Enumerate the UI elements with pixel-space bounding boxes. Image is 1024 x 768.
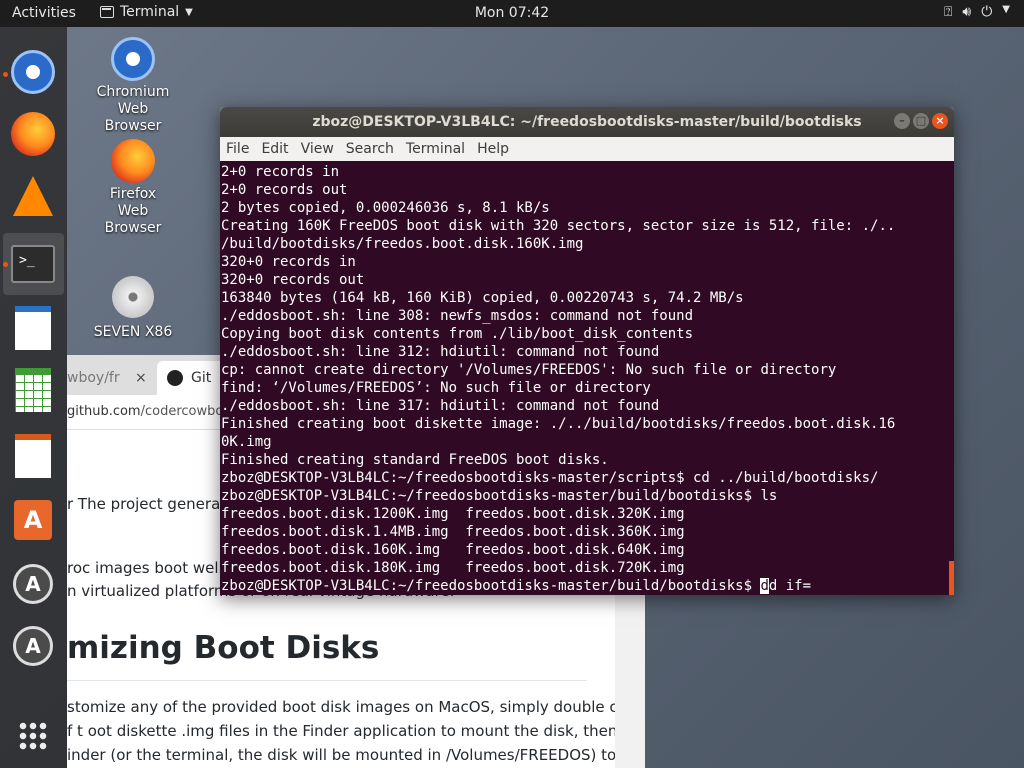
tab-label: Git [191,370,212,386]
tab-label: wboy/fr [67,370,120,386]
terminal-lines: 2+0 records in 2+0 records out 2 bytes cop… [221,163,895,595]
firefox-icon [11,112,55,156]
menu-terminal[interactable]: Terminal [406,141,465,157]
dock-terminal[interactable]: >_ [8,239,58,289]
terminal-line: find: ‘/Volumes/FREEDOS’: No such file o… [221,380,651,396]
close-icon[interactable]: × [932,113,948,129]
terminal-line: freedos.boot.disk.1.4MB.img freedos.boot… [221,524,685,540]
dock-software-updater-2[interactable]: A [8,621,58,671]
dock-calc[interactable] [8,365,58,415]
divider [67,680,587,681]
maximize-icon[interactable]: □ [913,113,929,129]
terminal-line: Creating 160K FreeDOS boot disk with 320… [221,218,896,234]
power-icon[interactable]: ⏻ [981,4,992,20]
calc-icon [15,368,51,412]
terminal-line: ./eddosboot.sh: line 317: hdiutil: comma… [221,398,660,414]
terminal-line: freedos.boot.disk.160K.img freedos.boot.… [221,542,685,558]
terminal-line: 2+0 records in [221,164,340,180]
terminal-window[interactable]: zboz@DESKTOP-V3LB4LC: ~/freedosbootdisks… [220,107,954,595]
network-icon[interactable]: ⍰ [944,4,952,20]
terminal-line: 2 bytes copied, 0.000246036 s, 8.1 kB/s [221,200,550,216]
disc-icon [112,276,154,318]
dock-firefox[interactable] [8,109,58,159]
window-title: zboz@DESKTOP-V3LB4LC: ~/freedosbootdisks… [312,114,862,130]
dock-show-apps[interactable] [8,711,58,761]
scrollbar[interactable] [949,561,954,595]
terminal-line: /build/bootdisks/freedos.boot.disk.160K.… [221,236,584,252]
menu-edit[interactable]: Edit [261,141,288,157]
chromium-icon [11,50,55,94]
software-updater-icon: A [13,564,53,604]
terminal-menubar: File Edit View Search Terminal Help [220,137,954,161]
volume-icon[interactable]: 🔊︎ [962,4,971,20]
dock-vlc[interactable] [8,171,58,221]
terminal-line: Copying boot disk contents from ./lib/bo… [221,326,694,342]
top-bar: Activities Terminal ▼ Mon 07:42 ⍰ 🔊︎ ⏻ ▼ [0,0,1024,27]
firefox-icon [111,139,155,183]
github-icon [167,370,183,386]
impress-icon [15,434,51,478]
dock: >_ A A A [0,27,67,768]
terminal-line: 320+0 records in [221,254,356,270]
terminal-line: 320+0 records out [221,272,365,288]
app-menu-label: Terminal [120,4,180,20]
desktop-icon-firefox[interactable]: Firefox Web Browser [88,139,178,237]
system-tray[interactable]: ⍰ 🔊︎ ⏻ ▼ [944,4,1010,20]
app-menu[interactable]: Terminal ▼ [100,4,193,20]
desktop-icon-label: SEVEN X86 [93,324,173,340]
menu-help[interactable]: Help [477,141,509,157]
terminal-line: 163840 bytes (164 kB, 160 KiB) copied, 0… [221,290,744,306]
desktop-icon-chromium[interactable]: Chromium Web Browser [88,37,178,135]
terminal-line: zboz@DESKTOP-V3LB4LC:~/freedosbootdisks-… [221,470,879,486]
terminal-line: freedos.boot.disk.1200K.img freedos.boot… [221,506,685,522]
terminal-line: Finished creating standard FreeDOS boot … [221,452,609,468]
activities-button[interactable]: Activities [12,5,76,21]
paragraph-line: f t oot diskette .img files in the Finde… [67,722,618,740]
terminal-line: 2+0 records out [221,182,348,198]
desktop-icon-seven-x86[interactable]: SEVEN X86 [88,276,178,341]
command-input[interactable]: d if= [769,578,811,594]
menu-search[interactable]: Search [346,141,394,157]
terminal-line: cp: cannot create directory '/Volumes/FR… [221,362,837,378]
paragraph-line: stomize any of the provided boot disk im… [67,698,627,716]
desktop-icon-label: Chromium Web Browser [96,84,170,134]
terminal-line: 0K.img [221,434,272,450]
paragraph: stomize any of the provided boot disk im… [67,695,627,767]
show-apps-icon [18,721,48,751]
software-center-icon: A [14,500,52,540]
terminal-titlebar[interactable]: zboz@DESKTOP-V3LB4LC: ~/freedosbootdisks… [220,107,954,137]
terminal-line: ./eddosboot.sh: line 312: hdiutil: comma… [221,344,660,360]
menu-file[interactable]: File [226,141,249,157]
minimize-icon[interactable]: – [894,113,910,129]
section-heading: mizing Boot Disks [67,630,380,666]
dock-writer[interactable] [8,303,58,353]
text-cursor: d [760,578,769,594]
dock-chromium[interactable] [8,47,58,97]
close-icon[interactable]: × [135,361,147,395]
tab-codercowboy[interactable]: wboy/fr × [67,361,157,395]
desktop-icon-label: Firefox Web Browser [104,186,162,236]
menu-view[interactable]: View [301,141,334,157]
terminal-line: zboz@DESKTOP-V3LB4LC:~/freedosbootdisks-… [221,488,778,504]
terminal-line: Finished creating boot diskette image: .… [221,416,896,432]
terminal-line: ./eddosboot.sh: line 308: newfs_msdos: c… [221,308,694,324]
terminal-prompt-line[interactable]: zboz@DESKTOP-V3LB4LC:~/freedosbootdisks-… [221,577,895,595]
software-updater-icon: A [13,626,53,666]
chevron-down-icon[interactable]: ▼ [1002,4,1010,20]
paragraph-line: inder (or the terminal, the disk will be… [67,746,617,764]
terminal-icon: >_ [11,245,55,283]
dock-software-center[interactable]: A [8,495,58,545]
chromium-icon [111,37,155,81]
terminal-output[interactable]: 2+0 records in 2+0 records out 2 bytes cop… [220,161,954,595]
chevron-down-icon: ▼ [185,6,193,18]
writer-icon [15,306,51,350]
prompt: zboz@DESKTOP-V3LB4LC:~/freedosbootdisks-… [221,578,761,594]
dock-software-updater[interactable]: A [8,559,58,609]
terminal-small-icon [100,6,114,18]
vlc-icon [13,176,53,216]
dock-impress[interactable] [8,431,58,481]
terminal-line: freedos.boot.disk.180K.img freedos.boot.… [221,560,685,576]
url-host: github.com [67,404,141,419]
